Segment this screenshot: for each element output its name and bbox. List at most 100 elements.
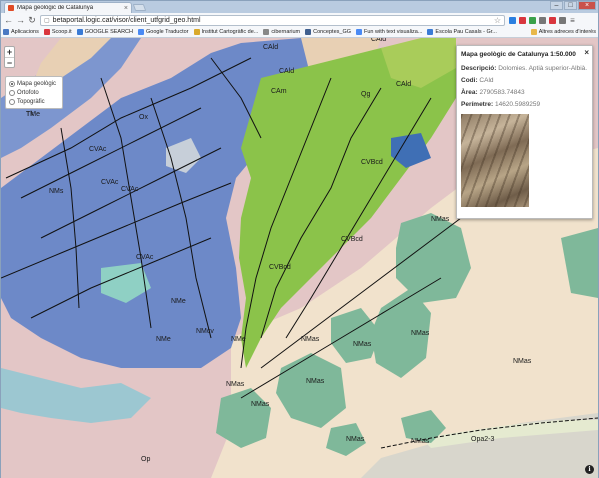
descripcio-value: Dolomies. Aptià superior-Albià.: [498, 65, 588, 72]
bookmark-label: Conceptes_GG: [313, 29, 352, 35]
minimize-button[interactable]: –: [550, 1, 563, 10]
map-unit-label: CAm: [271, 88, 287, 95]
map-unit-label: CVBcd: [269, 264, 291, 271]
info-icon[interactable]: i: [585, 465, 594, 474]
bookmark-label: Scoop.it: [51, 29, 72, 35]
back-arrow-icon[interactable]: ←: [4, 15, 13, 25]
extension-twitter-icon[interactable]: [509, 16, 516, 24]
forward-arrow-icon[interactable]: →: [16, 15, 25, 25]
map-unit-label: NMe: [156, 336, 171, 343]
layer-label: Topogràfic: [17, 98, 45, 105]
bookmark-star-icon[interactable]: ☆: [494, 16, 501, 25]
bookmark-item[interactable]: Institut Cartogràfic de...: [193, 29, 259, 35]
map-favicon-icon: [8, 5, 14, 11]
bookmark-favicon-icon: [138, 29, 144, 35]
map-unit-label: NMas: [301, 336, 320, 343]
perimetre-label: Perímetre:: [461, 101, 494, 108]
map-unit-label: CVAc: [136, 254, 154, 261]
popup-title: Mapa geològic de Catalunya 1:50.000: [461, 51, 576, 58]
extension-red-icon[interactable]: [549, 16, 556, 24]
map-unit-label: CAld: [263, 44, 278, 51]
geologic-map[interactable]: Tk CVAc CVAc CVAc CVAc CAld CAld CAm CAld CAld CVB…: [1, 38, 598, 478]
bookmark-item[interactable]: Conceptes_GG: [305, 29, 351, 35]
map-unit-label: CAld: [371, 38, 386, 43]
area-value: 2790583.74843: [479, 89, 525, 96]
browser-toolbar: ← → ↻ ▢ betaportal.logic.cat/visor/clien…: [1, 13, 598, 27]
popup-area: Àrea: 2790583.74843: [461, 87, 588, 99]
map-unit-label: Op: [141, 456, 150, 463]
bookmark-label: Google Traductor: [146, 29, 189, 35]
map-unit-label: CVAc: [121, 186, 139, 193]
map-unit-label: NMas: [353, 341, 372, 348]
map-unit-label: CAld: [396, 81, 411, 88]
extension-mail-icon[interactable]: [519, 16, 526, 24]
bookmark-item[interactable]: Aplicacions: [3, 29, 39, 35]
reload-icon[interactable]: ↻: [28, 15, 36, 25]
bookmark-label: Fun with text visualiza...: [364, 29, 423, 35]
zoom-out-button[interactable]: −: [5, 57, 14, 68]
layer-option[interactable]: Ortofoto: [9, 88, 59, 97]
bookmark-favicon-icon: [43, 29, 50, 35]
tab-title: Mapa geològic de Catalunya: [17, 5, 94, 11]
browser-window: Mapa geològic de Catalunya × – □ × ← → ↻…: [0, 0, 599, 478]
map-unit-label: CVAc: [89, 146, 107, 153]
map-unit-label: NMe: [231, 336, 246, 343]
map-unit-label: NMas: [513, 358, 532, 365]
new-tab-button[interactable]: [132, 4, 147, 11]
extension-icons: ≡: [509, 16, 576, 24]
bookmark-favicon-icon: [427, 29, 434, 35]
map-unit-label: NMas: [306, 378, 325, 385]
menu-icon[interactable]: ≡: [569, 16, 576, 24]
bookmark-item[interactable]: Fun with text visualiza...: [356, 29, 422, 35]
layer-radio[interactable]: [9, 98, 15, 105]
bookmark-item[interactable]: Escola Pau Casals - Gr...: [427, 29, 497, 35]
bookmark-item[interactable]: cibernarium: [263, 29, 300, 35]
layer-label: Ortofoto: [17, 89, 39, 96]
map-unit-label: NMas: [431, 216, 450, 223]
map-unit-label: TMe: [26, 111, 40, 118]
map-unit-label: NMas: [251, 401, 270, 408]
layer-radio[interactable]: [9, 89, 15, 96]
extension-grey-icon[interactable]: [539, 16, 546, 24]
map-unit-label: CAld: [279, 68, 294, 75]
bookmark-label: GOOGLE SEARCH: [84, 29, 133, 35]
extension-green-icon[interactable]: [529, 16, 536, 24]
window-controls: – □ ×: [550, 1, 596, 10]
map-unit-label: CVAc: [101, 179, 119, 186]
area-label: Àrea:: [461, 89, 478, 96]
zoom-in-button[interactable]: +: [5, 47, 14, 57]
popup-descripcio: Descripció: Dolomies. Aptià superior-Alb…: [461, 63, 588, 75]
page-icon: ▢: [44, 17, 50, 24]
map-unit-label: NMas: [411, 438, 430, 445]
bookmark-item[interactable]: GOOGLE SEARCH: [76, 29, 133, 35]
address-bar[interactable]: ▢ betaportal.logic.cat/visor/client_utfg…: [40, 14, 505, 26]
rock-sample-photo: [461, 114, 529, 207]
close-tab-icon[interactable]: ×: [124, 5, 128, 12]
bookmark-favicon-icon: [263, 29, 270, 35]
close-window-button[interactable]: ×: [578, 1, 596, 10]
bookmark-label: Altres adreces d'interès: [538, 29, 596, 35]
bookmark-label: cibernarium: [271, 29, 301, 35]
popup-perimetre: Perímetre: 14620.5989259: [461, 99, 588, 111]
layer-switcher: Mapa geològic Ortofoto Topogràfic: [5, 76, 63, 109]
codi-value: CAld: [479, 77, 494, 84]
layer-option[interactable]: Mapa geològic: [9, 79, 59, 88]
layer-option[interactable]: Topogràfic: [9, 97, 59, 106]
layer-label: Mapa geològic: [17, 80, 57, 87]
extension-doc-icon[interactable]: [559, 16, 566, 24]
map-unit-label: Ox: [139, 114, 148, 121]
url-text[interactable]: betaportal.logic.cat/visor/client_utfgri…: [53, 17, 491, 24]
browser-tab[interactable]: Mapa geològic de Catalunya ×: [4, 2, 132, 13]
bookmark-label: Institut Cartogràfic de...: [201, 29, 259, 35]
popup-close-icon[interactable]: ×: [584, 48, 589, 57]
bookmark-item[interactable]: Scoop.it: [43, 29, 72, 35]
layer-radio[interactable]: [9, 80, 15, 87]
map-unit-label: NMas: [226, 381, 245, 388]
feature-info-popup: × Mapa geològic de Catalunya 1:50.000 De…: [456, 45, 593, 219]
map-unit-label: Qg: [361, 91, 370, 98]
bookmark-other[interactable]: Altres adreces d'interès: [530, 29, 596, 35]
maximize-button[interactable]: □: [564, 1, 577, 10]
bookmark-item[interactable]: Google Traductor: [138, 29, 189, 35]
zoom-control: + −: [4, 46, 15, 68]
map-unit-label: CVBcd: [341, 236, 363, 243]
